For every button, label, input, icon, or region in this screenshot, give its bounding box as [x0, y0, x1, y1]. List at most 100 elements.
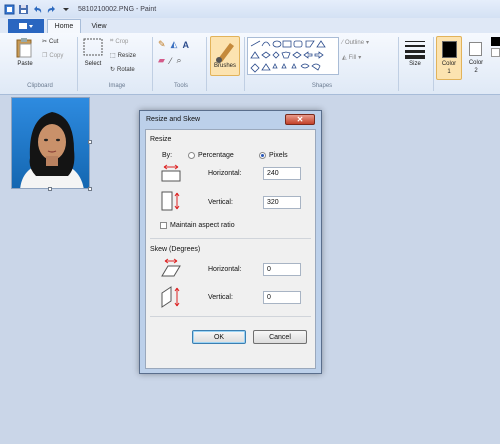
color-2-number: 2: [474, 68, 478, 74]
skew-horizontal-input[interactable]: [263, 263, 301, 276]
outline-icon: ⁄: [342, 39, 344, 46]
tools-row-2: ▰ ⁄ ⌕: [158, 55, 181, 66]
close-icon: ✕: [296, 115, 304, 124]
by-label: By:: [162, 152, 173, 159]
skew-vertical-label: Vertical:: [208, 294, 233, 301]
color-1-swatch: [442, 41, 457, 58]
resize-button[interactable]: ⬚ Resize: [110, 52, 137, 60]
palette-black-swatch[interactable]: [491, 37, 500, 46]
rotate-icon: ↻: [110, 67, 116, 73]
ribbon: Paste ✂ Cut ❐ Copy Clipboard Select ⌗ Crop …: [0, 33, 500, 95]
color-picker-icon[interactable]: ⁄: [170, 56, 172, 66]
horizontal-resize-icon: [160, 164, 182, 184]
size-label[interactable]: Size: [400, 61, 430, 67]
color-2-swatch: [469, 42, 482, 56]
outline-button[interactable]: ⁄ Outline ▾: [342, 39, 370, 47]
percentage-label[interactable]: Percentage: [198, 152, 234, 159]
clipboard-group-label: Clipboard: [27, 83, 53, 89]
fill-bucket-icon[interactable]: ◭: [171, 39, 178, 50]
window-title: 5810210002.PNG - Paint: [78, 5, 157, 13]
ok-button[interactable]: OK: [192, 330, 246, 344]
color-1-label: Color: [441, 61, 457, 67]
image-group-label: Image: [108, 83, 126, 89]
fill-button[interactable]: ◭ Fill ▾: [342, 54, 362, 62]
skew-section-title: Skew (Degrees): [150, 246, 201, 253]
pencil-icon[interactable]: ✎: [158, 39, 166, 50]
resize-vertical-input[interactable]: [263, 196, 301, 209]
color-1-number: 1: [447, 69, 451, 75]
ribbon-separator: [206, 37, 207, 91]
ribbon-tabs: Home View: [0, 18, 500, 33]
section-divider: [150, 316, 311, 317]
customize-toolbar-icon[interactable]: [60, 4, 71, 15]
cut-label: Cut: [49, 38, 59, 45]
resize-label: Resize: [117, 52, 137, 59]
vertical-skew-icon: [160, 285, 182, 311]
skew-vertical-input[interactable]: [263, 291, 301, 304]
resize-icon: ⬚: [110, 53, 116, 59]
file-menu-icon: [19, 23, 33, 29]
scissors-icon: ✂: [42, 39, 48, 45]
undo-icon[interactable]: [32, 4, 43, 15]
pixels-label[interactable]: Pixels: [269, 152, 288, 159]
redo-icon[interactable]: [46, 4, 57, 15]
copy-button[interactable]: ❐ Copy: [42, 52, 64, 60]
canvas-image[interactable]: [11, 97, 90, 189]
pixels-radio[interactable]: [259, 152, 266, 159]
crop-icon: ⌗: [110, 38, 114, 44]
shapes-gallery[interactable]: [247, 37, 339, 75]
color-2-button[interactable]: Color 2: [465, 36, 489, 80]
copy-label: Copy: [49, 52, 64, 59]
maintain-aspect-checkbox[interactable]: [160, 222, 167, 229]
paint-app-icon[interactable]: [4, 4, 15, 15]
file-menu-button[interactable]: [8, 19, 44, 33]
section-divider: [150, 238, 311, 239]
color-1-button[interactable]: Color 1: [436, 36, 462, 80]
eraser-icon[interactable]: ▰: [158, 55, 165, 66]
brushes-label: Brushes: [213, 63, 236, 69]
resize-horizontal-label: Horizontal:: [208, 170, 242, 177]
text-tool-icon[interactable]: A: [182, 40, 189, 50]
dropdown-arrow-icon: ▾: [358, 55, 362, 61]
tab-home[interactable]: Home: [47, 19, 81, 33]
select-icon[interactable]: [83, 38, 103, 58]
brush-icon: [216, 43, 234, 63]
paste-button-label[interactable]: Paste: [12, 61, 38, 67]
resize-handle-right[interactable]: [88, 140, 92, 144]
cancel-button[interactable]: Cancel: [253, 330, 307, 344]
paste-icon[interactable]: [15, 37, 35, 61]
dialog-close-button[interactable]: ✕: [285, 114, 315, 125]
color-2-label: Color: [468, 60, 484, 66]
percentage-radio[interactable]: [188, 152, 195, 159]
resize-handle-corner[interactable]: [88, 187, 92, 191]
dropdown-arrow-icon: ▾: [366, 40, 370, 46]
ribbon-separator: [398, 37, 399, 91]
rotate-button[interactable]: ↻ Rotate: [110, 66, 135, 74]
maintain-aspect-label[interactable]: Maintain aspect ratio: [170, 222, 235, 229]
crop-label: Crop: [115, 38, 129, 45]
portrait-photo: [12, 98, 89, 188]
magnifier-icon[interactable]: ⌕: [176, 55, 181, 66]
save-icon[interactable]: [18, 4, 29, 15]
crop-button[interactable]: ⌗ Crop: [110, 38, 128, 45]
dialog-title: Resize and Skew: [146, 116, 201, 123]
brushes-button[interactable]: Brushes: [210, 36, 240, 76]
outline-label: Outline: [345, 39, 365, 46]
ribbon-separator: [433, 37, 434, 91]
cut-button[interactable]: ✂ Cut: [42, 38, 59, 46]
size-icon[interactable]: [404, 39, 426, 61]
resize-handle-bottom[interactable]: [48, 187, 52, 191]
fill-label: Fill: [348, 54, 357, 61]
resize-horizontal-input[interactable]: [263, 167, 301, 180]
tab-view[interactable]: View: [84, 19, 114, 33]
copy-icon: ❐: [42, 53, 48, 59]
tools-row-1: ✎ ◭ A: [158, 39, 189, 50]
palette-white-swatch[interactable]: [491, 48, 500, 57]
ribbon-separator: [244, 37, 245, 91]
select-button-label[interactable]: Select: [80, 61, 106, 67]
dialog-body: Resize By: Percentage Pixels Horizontal:…: [145, 129, 316, 369]
title-bar: 5810210002.PNG - Paint: [0, 0, 500, 18]
shapes-icons: [250, 40, 326, 73]
rotate-label: Rotate: [117, 66, 135, 73]
fill-icon: ◭: [342, 55, 347, 61]
